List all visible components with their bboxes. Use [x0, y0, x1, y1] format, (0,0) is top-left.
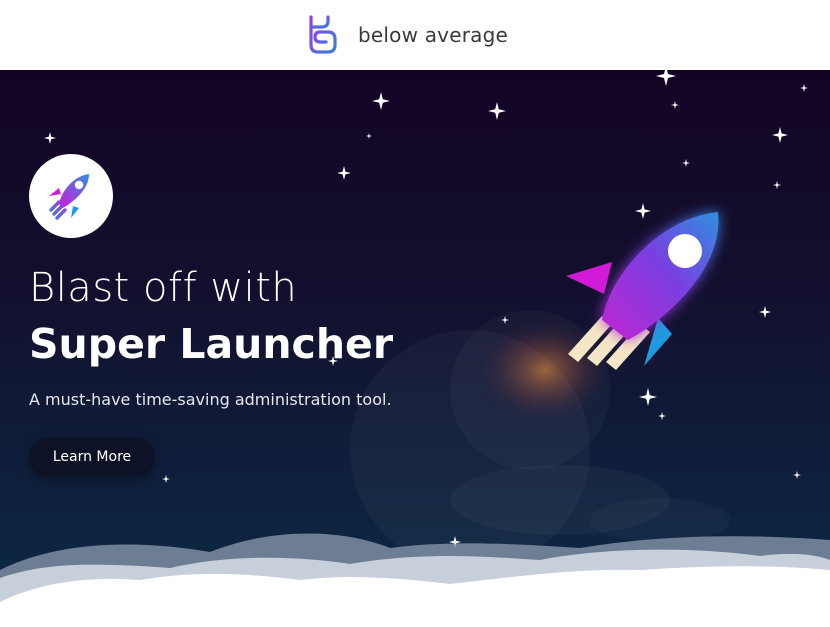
- rocket-icon: [49, 174, 89, 220]
- hero-headline: Blast off with Super Launcher: [29, 260, 393, 372]
- hero-tagline: A must-have time-saving administration t…: [29, 390, 392, 409]
- rocket-illustration-icon: [566, 212, 719, 370]
- learn-more-button[interactable]: Learn More: [29, 438, 155, 476]
- header-divider: [8, 64, 268, 70]
- app-badge: [29, 154, 113, 238]
- brand-link[interactable]: below average: [306, 15, 508, 55]
- site-header: below average: [0, 0, 830, 70]
- hero-section: Blast off with Super Launcher A must-hav…: [0, 70, 830, 627]
- headline-line-2: Super Launcher: [29, 320, 394, 368]
- landing-page: below average Blast off with Super Launc…: [0, 0, 830, 627]
- brand-name: below average: [358, 23, 508, 47]
- ba-monogram-icon: [309, 15, 337, 54]
- rocket-illustration: [540, 190, 760, 390]
- headline-line-1: Blast off with: [29, 265, 298, 311]
